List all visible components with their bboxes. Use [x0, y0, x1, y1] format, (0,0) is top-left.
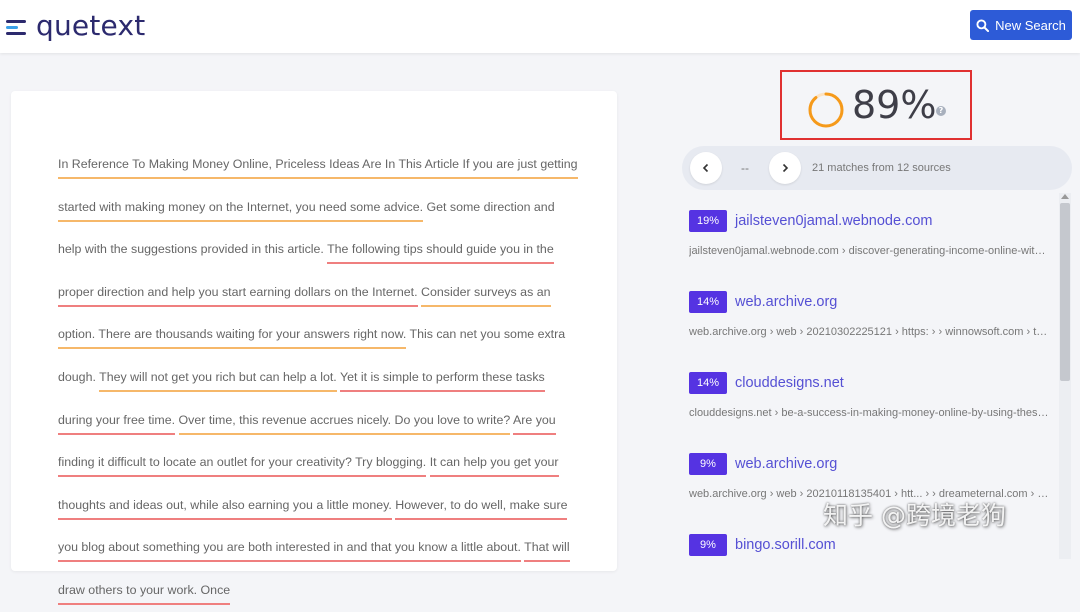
match-percent-badge: 14%: [689, 291, 727, 313]
match-percent-badge: 9%: [689, 453, 727, 475]
logo-text: quetext: [36, 9, 146, 42]
new-search-label: New Search: [995, 17, 1066, 33]
search-icon: [976, 18, 990, 32]
help-icon[interactable]: ?: [936, 106, 946, 116]
source-path: web.archive.org › web › 20210302225121 ›…: [689, 326, 1051, 338]
source-link[interactable]: web.archive.org: [735, 456, 837, 472]
score-value: 89%: [852, 83, 937, 127]
logo[interactable]: quetext: [6, 8, 145, 44]
source-path: jailsteven0jamal.webnode.com › discover-…: [689, 245, 1051, 257]
document-card: In Reference To Making Money Online, Pri…: [11, 91, 617, 605]
score-ring: [808, 92, 844, 128]
results-scrollbar[interactable]: [1059, 193, 1071, 559]
logo-icon: [6, 14, 30, 38]
scroll-up-arrow-icon[interactable]: [1061, 194, 1069, 199]
result-item[interactable]: 19% jailsteven0jamal.webnode.com jailste…: [676, 198, 1060, 278]
chevron-right-icon: [782, 163, 789, 173]
watermark: 知乎 @跨境老狗: [823, 501, 1006, 530]
top-bar: quetext New Search: [0, 0, 1080, 53]
document-text: In Reference To Making Money Online, Pri…: [58, 143, 578, 612]
chevron-left-icon: [702, 163, 709, 173]
matched-text-segment[interactable]: They will not get you rich but can help …: [99, 369, 337, 392]
next-match-button[interactable]: [769, 152, 801, 184]
new-search-button[interactable]: New Search: [970, 10, 1072, 40]
source-link[interactable]: clouddesigns.net: [735, 375, 844, 391]
source-path: clouddesigns.net › be-a-success-in-makin…: [689, 407, 1051, 419]
result-item[interactable]: 14% clouddesigns.net clouddesigns.net › …: [676, 360, 1060, 440]
source-link[interactable]: jailsteven0jamal.webnode.com: [735, 213, 932, 229]
score-highlight-box: 89% ?: [780, 70, 972, 140]
match-percent-badge: 14%: [689, 372, 727, 394]
match-navigation: -- 21 matches from 12 sources: [682, 146, 1072, 190]
match-position: --: [741, 161, 749, 175]
source-link[interactable]: web.archive.org: [735, 294, 837, 310]
scroll-thumb[interactable]: [1060, 203, 1070, 381]
previous-match-button[interactable]: [690, 152, 722, 184]
match-percent-badge: 19%: [689, 210, 727, 232]
matches-summary: 21 matches from 12 sources: [812, 162, 951, 174]
source-link[interactable]: bingo.sorill.com: [735, 537, 836, 553]
text-segment: [175, 413, 178, 433]
match-percent-badge: 9%: [689, 534, 727, 556]
result-item[interactable]: 14% web.archive.org web.archive.org › we…: [676, 279, 1060, 359]
matched-text-segment[interactable]: Over time, this revenue accrues nicely. …: [178, 412, 511, 435]
